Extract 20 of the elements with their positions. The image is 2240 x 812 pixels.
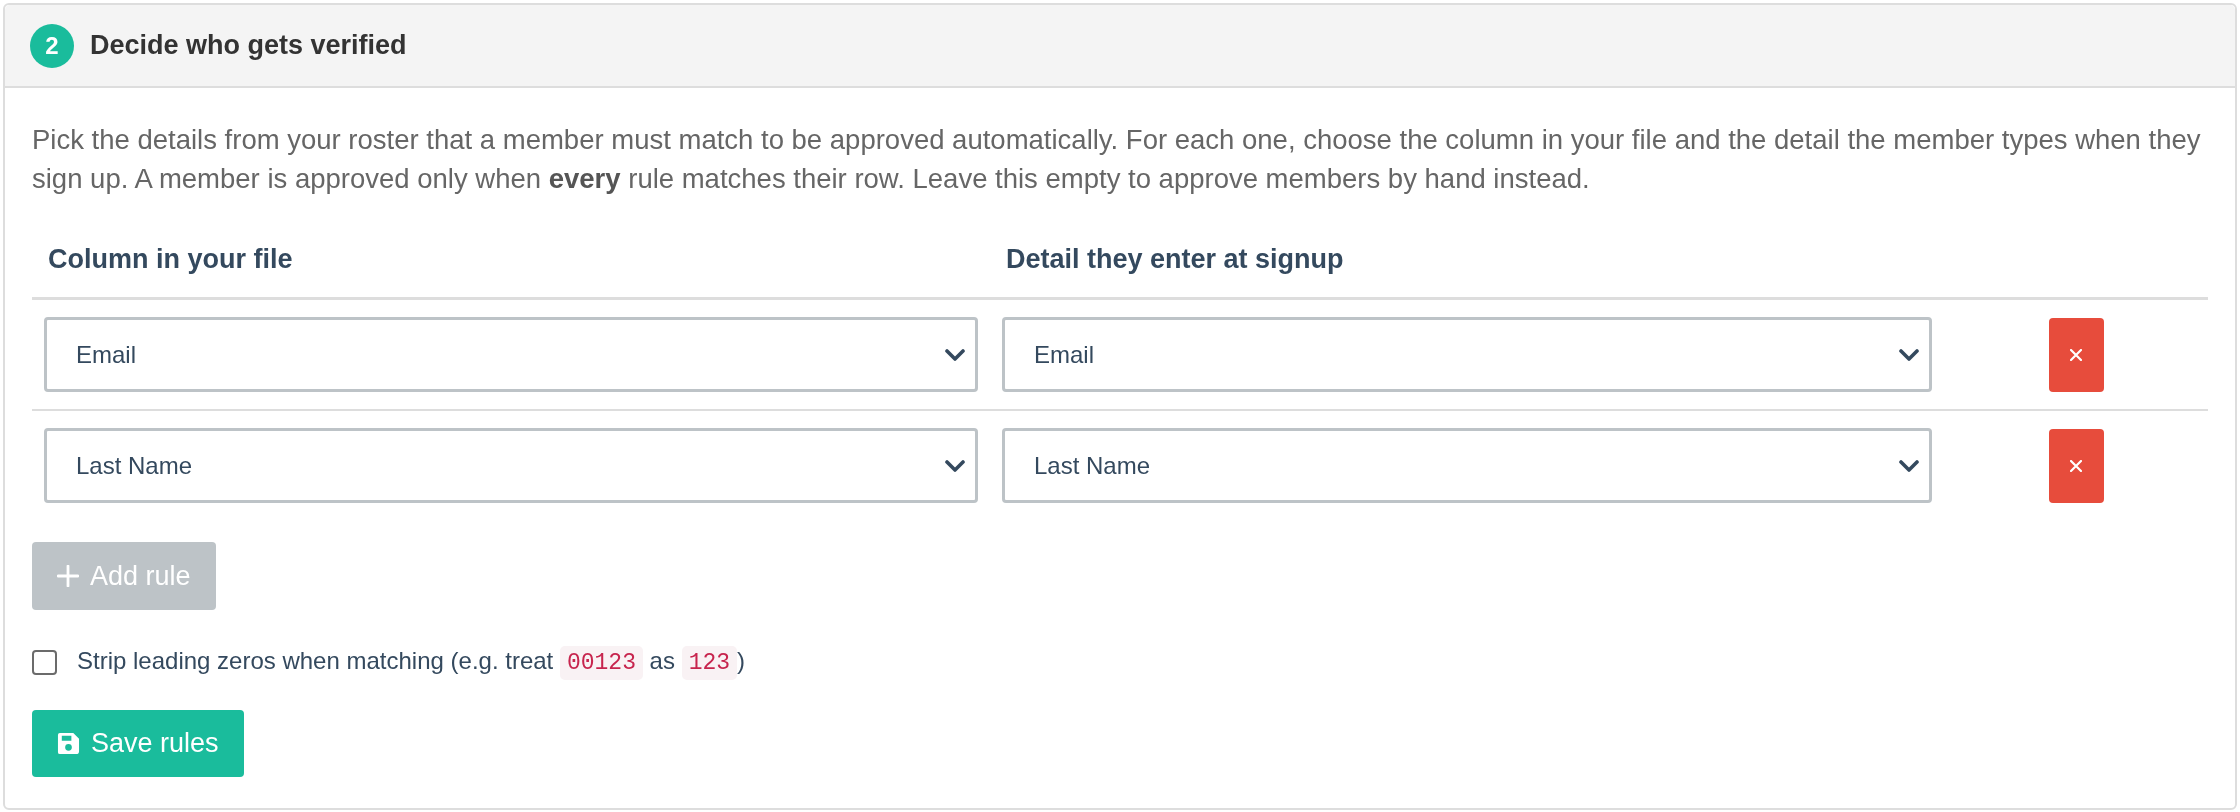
column-heading: Column in your file	[47, 243, 294, 277]
chevron-down-icon	[1899, 459, 1919, 472]
step-title: Decide who gets verified	[90, 29, 407, 63]
intro-paragraph: Pick the details from your roster that a member must match to be approved automatically. For each one, choose the column in your file and the detail the member types when they sign up. A member is approved only when every rule matches their row. Leave this empty to approve members by hand instead.	[32, 123, 2202, 196]
column-heading: Detail they enter at signup	[1005, 243, 1345, 277]
step-number-badge: 2	[30, 23, 74, 68]
chevron-down-icon	[945, 348, 965, 361]
signup-detail-select[interactable]: Email	[1002, 317, 1932, 392]
file-column-select[interactable]: Last Name	[44, 428, 978, 503]
delete-rule-button[interactable]	[2048, 317, 2104, 392]
x-icon	[2070, 459, 2082, 472]
delete-rule-button[interactable]	[2048, 428, 2104, 503]
chevron-down-icon	[1899, 348, 1919, 361]
chevron-down-icon	[945, 459, 965, 472]
strip-zeros-checkbox[interactable]	[32, 649, 57, 675]
x-icon	[2070, 348, 2082, 361]
file-column-select[interactable]: Email	[44, 317, 978, 392]
signup-detail-select[interactable]: Last Name	[1002, 428, 1932, 503]
plus-icon	[57, 565, 79, 587]
strip-zeros-label: Strip leading zeros when matching (e.g. treat 00123 as 123 )	[77, 642, 746, 682]
